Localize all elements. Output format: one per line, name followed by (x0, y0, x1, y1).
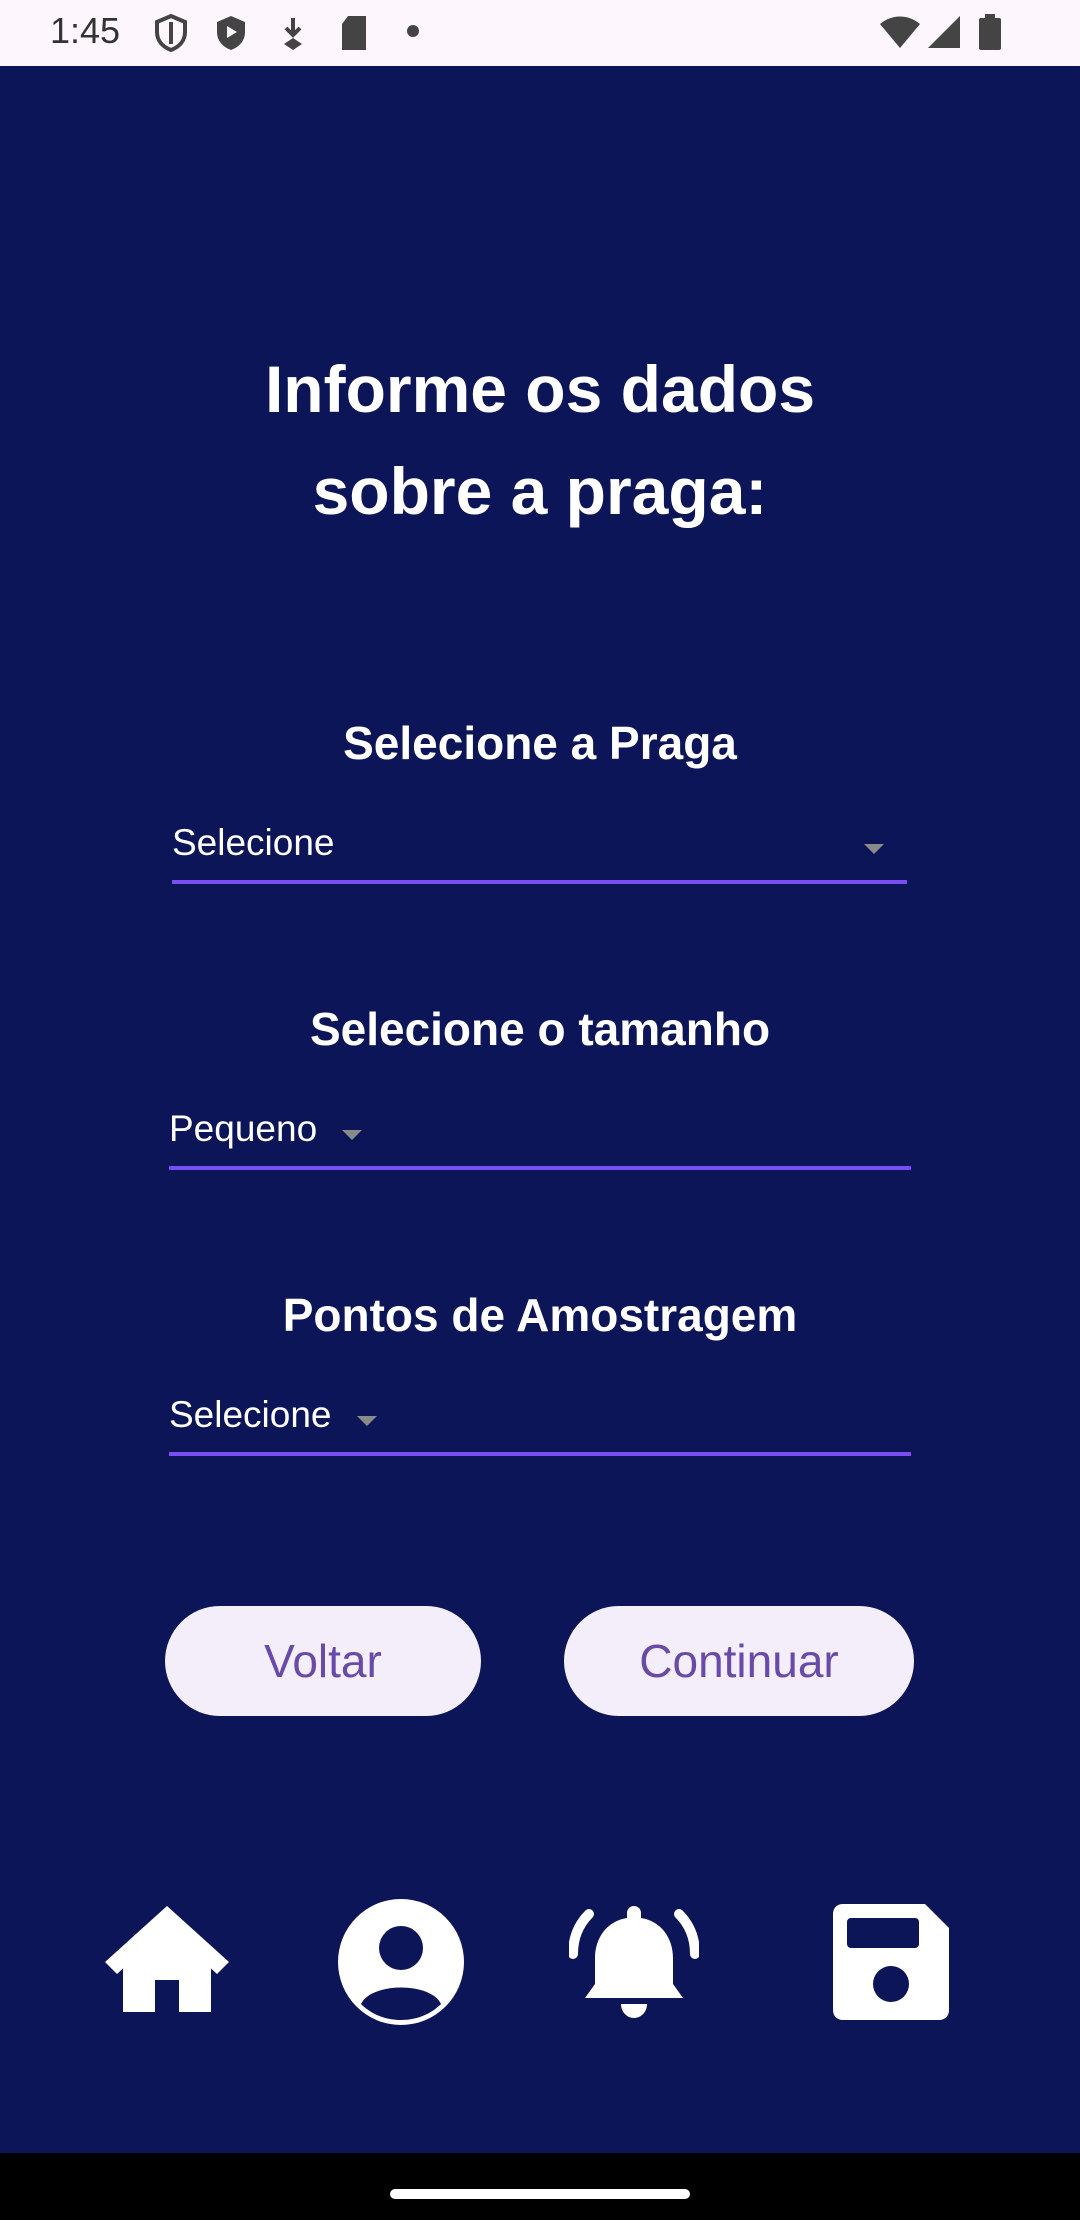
play-shield-icon (214, 14, 248, 57)
account-icon[interactable] (337, 1898, 465, 2031)
notification-bell-icon[interactable] (568, 1900, 700, 2031)
continue-button[interactable]: Continuar (564, 1606, 914, 1716)
page-title: Informe os dados sobre a praga: (0, 338, 1080, 542)
dot-icon (406, 24, 420, 43)
shield-icon (154, 13, 188, 57)
chevron-down-icon (342, 1130, 362, 1140)
sampling-points-dropdown-value: Selecione (169, 1394, 332, 1435)
page-title-line1: Informe os dados (264, 352, 816, 426)
signal-icon (926, 14, 962, 55)
size-label: Selecione o tamanho (309, 1003, 771, 1055)
pest-dropdown[interactable]: Selecione (172, 818, 907, 884)
status-bar: 1:45 (0, 0, 1080, 66)
chevron-down-icon (864, 844, 884, 854)
pest-dropdown-value: Selecione (172, 822, 335, 863)
size-dropdown-value: Pequeno (169, 1108, 318, 1149)
navigation-gesture-bar (0, 2153, 1080, 2220)
home-icon[interactable] (103, 1904, 231, 2021)
pest-label: Selecione a Praga (343, 717, 737, 769)
wifi-icon (878, 14, 922, 55)
status-time: 1:45 (50, 10, 121, 51)
battery-icon (978, 14, 1002, 57)
sd-card-icon (338, 14, 370, 57)
sampling-points-label: Pontos de Amostragem (282, 1289, 798, 1341)
back-button[interactable]: Voltar (165, 1606, 481, 1716)
sampling-points-dropdown[interactable]: Selecione (169, 1390, 911, 1456)
page-title-line2: sobre a praga: (312, 454, 768, 528)
download-icon (276, 14, 310, 57)
save-icon[interactable] (833, 1904, 949, 2025)
gesture-handle[interactable] (390, 2189, 690, 2199)
main-content: Informe os dados sobre a praga: Selecion… (0, 66, 1080, 2153)
chevron-down-icon (357, 1416, 377, 1426)
size-dropdown[interactable]: Pequeno (169, 1104, 911, 1170)
